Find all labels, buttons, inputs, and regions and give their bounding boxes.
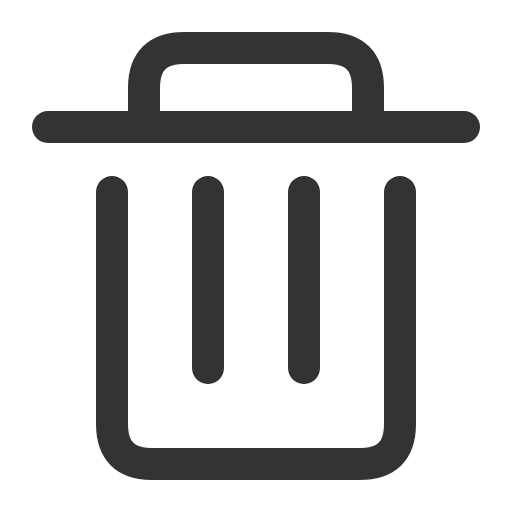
trash-icon[interactable] [0,0,512,512]
trash-bin-body [96,176,416,480]
trash-icon-strokes [32,32,480,480]
icon-canvas [0,0,512,512]
trash-lid-handle [128,32,384,126]
